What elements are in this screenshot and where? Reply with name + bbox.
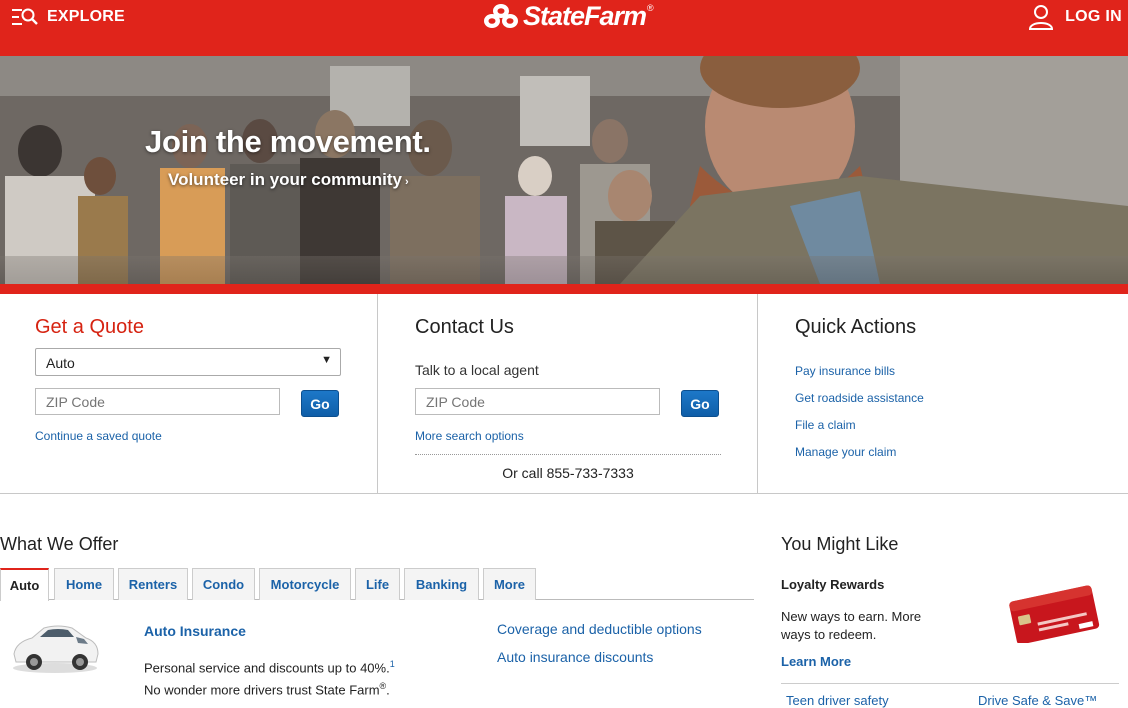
coverage-options-link[interactable]: Coverage and deductible options — [497, 621, 702, 637]
agent-zip-input[interactable] — [415, 388, 660, 415]
loyalty-rewards-text: New ways to earn. More ways to redeem. — [781, 609, 922, 642]
quick-actions-panel: Quick Actions Pay insurance bills Get ro… — [758, 294, 1128, 494]
login-label: LOG IN — [1065, 8, 1122, 25]
you-might-like-title: You Might Like — [781, 534, 899, 554]
pay-insurance-bills-link[interactable]: Pay insurance bills — [795, 364, 895, 378]
desc-part-3: . — [386, 682, 390, 698]
tab-condo[interactable]: Condo — [192, 568, 255, 600]
continue-saved-quote-link[interactable]: Continue a saved quote — [35, 429, 162, 443]
action-panels: Get a Quote Auto ▼ Go Continue a saved q… — [0, 294, 1128, 494]
tab-auto[interactable]: Auto — [0, 568, 49, 601]
hero-red-strip — [0, 284, 1128, 294]
manage-claim-link[interactable]: Manage your claim — [795, 445, 896, 459]
car-icon — [13, 625, 99, 673]
brand-name: StateFarm — [523, 0, 647, 31]
tab-banking[interactable]: Banking — [404, 568, 479, 600]
quote-zip-input[interactable] — [35, 388, 280, 415]
product-tabs: Auto Home Renters Condo Motorcycle Life … — [0, 568, 754, 601]
volunteer-link-label: Volunteer in your community — [168, 170, 402, 189]
contact-us-panel: Contact Us Talk to a local agent Go More… — [378, 294, 758, 494]
agent-go-button[interactable]: Go — [681, 390, 719, 417]
desc-part-2: No wonder more drivers trust State Farm — [144, 682, 380, 698]
get-a-quote-title: Get a Quote — [35, 316, 144, 338]
three-ovals-logo-icon — [484, 4, 518, 28]
contact-subtitle: Talk to a local agent — [415, 362, 539, 378]
quote-go-button[interactable]: Go — [301, 390, 339, 417]
drive-safe-save-link[interactable]: Drive Safe & Save™ — [978, 693, 1097, 708]
desc-part-1: Personal service and discounts up to 40%… — [144, 660, 390, 676]
hero-title: Join the movement. — [145, 124, 431, 159]
loyalty-rewards-title: Loyalty Rewards — [781, 577, 885, 592]
brand-registered-mark: ® — [647, 3, 654, 13]
tab-renters[interactable]: Renters — [118, 568, 188, 600]
caret-down-icon: ▼ — [321, 354, 332, 366]
tab-motorcycle[interactable]: Motorcycle — [259, 568, 351, 600]
product-select-value: Auto — [46, 355, 75, 371]
statefarm-logo[interactable]: StateFarm ® — [481, 1, 654, 31]
teen-driver-safety-link[interactable]: Teen driver safety — [786, 693, 889, 708]
menu-search-icon — [12, 8, 38, 25]
what-we-offer-title: What We Offer — [0, 534, 119, 554]
product-select[interactable]: Auto ▼ — [35, 348, 341, 376]
auto-insurance-link[interactable]: Auto Insurance — [144, 623, 246, 639]
roadside-assistance-link[interactable]: Get roadside assistance — [795, 391, 924, 405]
footnote-1-link[interactable]: 1 — [390, 659, 395, 669]
call-phone-text: Or call 855-733-7333 — [502, 465, 634, 481]
explore-menu-button[interactable]: EXPLORE — [12, 6, 125, 28]
credit-card-icon — [1009, 585, 1100, 643]
explore-label: EXPLORE — [47, 8, 125, 25]
site-header: EXPLORE StateFarm ® LOG IN — [0, 0, 1128, 56]
tab-home[interactable]: Home — [54, 568, 114, 600]
user-icon — [1029, 5, 1054, 30]
more-search-options-link[interactable]: More search options — [415, 429, 524, 443]
hero-banner: Join the movement. Volunteer in your com… — [0, 56, 1128, 284]
you-might-like-divider — [781, 683, 1119, 684]
quick-actions-title: Quick Actions — [795, 316, 917, 338]
auto-discounts-link[interactable]: Auto insurance discounts — [497, 649, 653, 665]
auto-insurance-description: Personal service and discounts up to 40%… — [144, 655, 404, 700]
tab-life[interactable]: Life — [355, 568, 400, 600]
get-a-quote-panel: Get a Quote Auto ▼ Go Continue a saved q… — [0, 294, 378, 494]
learn-more-link[interactable]: Learn More — [781, 654, 851, 669]
login-button[interactable]: LOG IN — [1028, 3, 1122, 31]
contact-us-title: Contact Us — [415, 316, 514, 338]
file-a-claim-link[interactable]: File a claim — [795, 418, 856, 432]
tab-more[interactable]: More — [483, 568, 536, 600]
volunteer-link[interactable]: Volunteer in your community › — [168, 170, 409, 190]
chevron-right-icon: › — [404, 176, 409, 188]
dotted-divider — [415, 454, 721, 455]
